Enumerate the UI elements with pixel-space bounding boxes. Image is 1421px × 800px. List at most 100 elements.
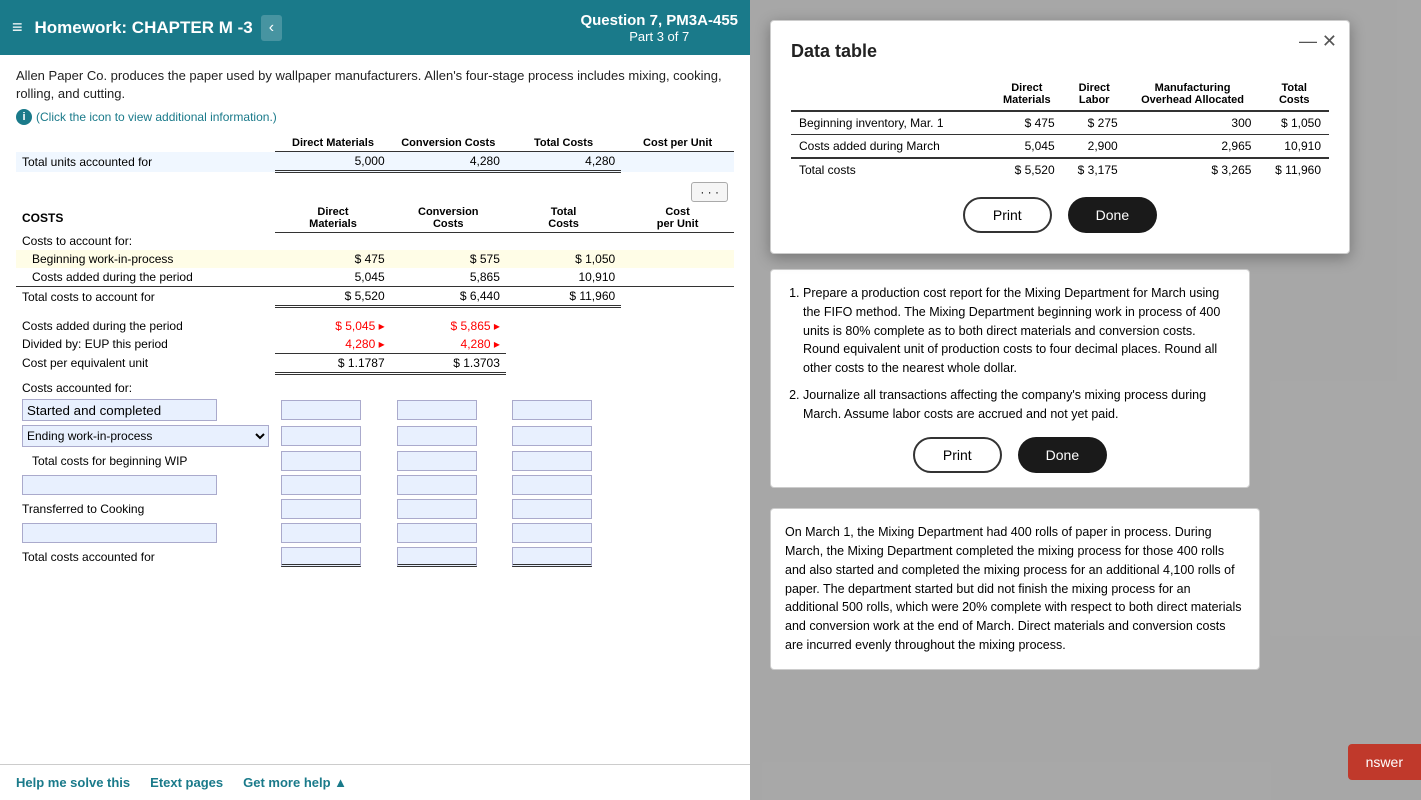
- nav-back-button[interactable]: ‹: [261, 15, 282, 41]
- started-completed-row: [16, 397, 734, 423]
- extra-cc-1[interactable]: [397, 475, 477, 495]
- dt-costs-added-dl: 2,900: [1063, 135, 1126, 159]
- dt-col-total: TotalCosts: [1259, 78, 1329, 111]
- ending-wip-total[interactable]: [512, 426, 592, 446]
- cpu-cc: $ 1.3703: [391, 353, 506, 373]
- modal-done-button[interactable]: Done: [1068, 197, 1157, 233]
- question-title: Question 7, PM3A-455: [580, 12, 738, 29]
- app-title: Homework: CHAPTER M -3: [35, 18, 253, 38]
- ending-wip-dm[interactable]: [281, 426, 361, 446]
- instruction-item-1: Prepare a production cost report for the…: [803, 284, 1235, 378]
- total-costs-accounted-label: Total costs accounted for: [16, 545, 275, 569]
- dt-total-dm: $ 5,520: [991, 158, 1063, 181]
- costs-accounted-header-row: Costs accounted for:: [16, 379, 734, 397]
- extra-cc-2[interactable]: [397, 523, 477, 543]
- total-costs-cc: $ 6,440: [391, 287, 506, 307]
- costs-to-account-label: Costs to account for:: [16, 232, 275, 250]
- dt-col-dm: DirectMaterials: [991, 78, 1063, 111]
- costs-added-period-dm: $ 5,045 ▸: [275, 317, 390, 335]
- costs-col-cc: ConversionCosts: [391, 204, 506, 233]
- instruction-item-2: Journalize all transactions affecting th…: [803, 386, 1235, 424]
- total-acc-dm[interactable]: [281, 547, 361, 567]
- top-bar: ≡ Homework: CHAPTER M -3 ‹ Question 7, P…: [0, 0, 750, 55]
- extra-input-2[interactable]: [22, 523, 217, 543]
- ending-wip-cc[interactable]: [397, 426, 477, 446]
- costs-added-cc: 5,865: [391, 268, 506, 287]
- total-beginning-wip-label: Total costs for beginning WIP: [16, 449, 275, 473]
- info-link-text: (Click the icon to view additional infor…: [36, 110, 277, 124]
- extra-total-1[interactable]: [512, 475, 592, 495]
- costs-col-cpu: Costper Unit: [621, 204, 734, 233]
- total-costs-dm: $ 5,520: [275, 287, 390, 307]
- data-table-modal: — ✕ Data table DirectMaterials DirectLab…: [770, 20, 1350, 254]
- dt-total-total: $ 11,960: [1259, 158, 1329, 181]
- total-bwip-dm[interactable]: [281, 451, 361, 471]
- transferred-total[interactable]: [512, 499, 592, 519]
- modal-close-button[interactable]: ✕: [1322, 31, 1337, 52]
- info-text: On March 1, the Mixing Department had 40…: [785, 523, 1245, 654]
- dt-row-costs-added: Costs added during March 5,045 2,900 2,9…: [791, 135, 1329, 159]
- total-acc-total[interactable]: [512, 547, 592, 567]
- costs-col-tc: TotalCosts: [506, 204, 621, 233]
- transferred-dm[interactable]: [281, 499, 361, 519]
- started-completed-input[interactable]: [22, 399, 217, 421]
- modal-buttons: Print Done: [791, 197, 1329, 233]
- dt-total-dl: $ 3,175: [1063, 158, 1126, 181]
- dt-beginning-moh: 300: [1126, 111, 1260, 135]
- beginning-wip-cc: $ 575: [391, 250, 506, 268]
- dt-costs-added-moh: 2,965: [1126, 135, 1260, 159]
- started-completed-dm[interactable]: [281, 400, 361, 420]
- dt-costs-added-total: 10,910: [1259, 135, 1329, 159]
- answer-label: nswer: [1366, 754, 1403, 770]
- data-table: DirectMaterials DirectLabor Manufacturin…: [791, 78, 1329, 181]
- help-link[interactable]: Help me solve this: [16, 775, 130, 790]
- answer-button[interactable]: nswer: [1348, 744, 1421, 780]
- part-info: Part 3 of 7: [580, 29, 738, 44]
- started-completed-total[interactable]: [512, 400, 592, 420]
- costs-added-total: 10,910: [506, 268, 621, 287]
- beginning-wip-label: Beginning work-in-process: [16, 250, 275, 268]
- costs-col-dm: DirectMaterials: [275, 204, 390, 233]
- info-link[interactable]: i (Click the icon to view additional inf…: [16, 109, 734, 125]
- costs-added-period-label: Costs added during the period: [16, 317, 275, 335]
- ending-wip-dropdown[interactable]: Ending work-in-process: [22, 425, 269, 447]
- costs-added-row: Costs added during the period 5,045 5,86…: [16, 268, 734, 287]
- instruction-print-button[interactable]: Print: [913, 437, 1002, 473]
- started-completed-cc[interactable]: [397, 400, 477, 420]
- modal-minimize-button[interactable]: —: [1299, 31, 1317, 52]
- costs-to-account-row: Costs to account for:: [16, 232, 734, 250]
- ellipsis-button[interactable]: · · ·: [691, 182, 728, 202]
- units-dm: 5,000: [275, 152, 390, 172]
- right-panel: — ✕ Data table DirectMaterials DirectLab…: [750, 0, 1421, 800]
- cost-per-eu-label: Cost per equivalent unit: [16, 353, 275, 373]
- more-help-link[interactable]: Get more help ▲: [243, 775, 347, 790]
- beginning-wip-dm: $ 475: [275, 250, 390, 268]
- divided-by-label: Divided by: EUP this period: [16, 335, 275, 354]
- total-bwip-total[interactable]: [512, 451, 592, 471]
- costs-added-period-row: Costs added during the period $ 5,045 ▸ …: [16, 317, 734, 335]
- extra-dm-1[interactable]: [281, 475, 361, 495]
- costs-accounted-label: Costs accounted for:: [16, 379, 275, 397]
- extra-dm-2[interactable]: [281, 523, 361, 543]
- total-units-label: Total units accounted for: [16, 152, 275, 172]
- eup-dm: 4,280 ▸: [275, 335, 390, 354]
- dt-costs-added-label: Costs added during March: [791, 135, 991, 159]
- costs-section-header-row: COSTS DirectMaterials ConversionCosts To…: [16, 204, 734, 233]
- menu-icon[interactable]: ≡: [12, 17, 23, 38]
- total-acc-cc[interactable]: [397, 547, 477, 567]
- instruction-box: Prepare a production cost report for the…: [770, 269, 1250, 488]
- dt-costs-added-dm: 5,045: [991, 135, 1063, 159]
- total-costs-accounted-row: Total costs accounted for: [16, 545, 734, 569]
- dt-row-beginning: Beginning inventory, Mar. 1 $ 475 $ 275 …: [791, 111, 1329, 135]
- extra-total-2[interactable]: [512, 523, 592, 543]
- total-bwip-cc[interactable]: [397, 451, 477, 471]
- problem-description: Allen Paper Co. produces the paper used …: [16, 67, 734, 103]
- dt-total-moh: $ 3,265: [1126, 158, 1260, 181]
- total-beginning-wip-row: Total costs for beginning WIP: [16, 449, 734, 473]
- etext-link[interactable]: Etext pages: [150, 775, 223, 790]
- extra-input-1[interactable]: [22, 475, 217, 495]
- instruction-done-button[interactable]: Done: [1018, 437, 1107, 473]
- modal-print-button[interactable]: Print: [963, 197, 1052, 233]
- transferred-cc[interactable]: [397, 499, 477, 519]
- costs-added-dm: 5,045: [275, 268, 390, 287]
